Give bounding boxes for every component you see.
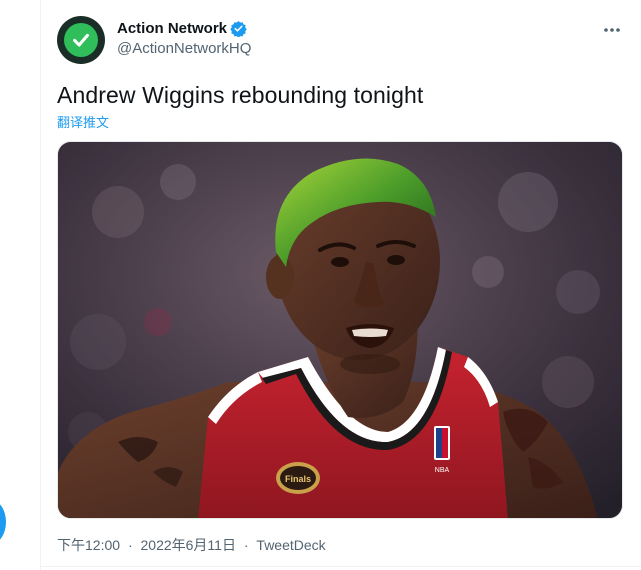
tweet-text: Andrew Wiggins rebounding tonight (57, 82, 424, 108)
compose-button-edge[interactable] (0, 500, 6, 544)
check-mark-icon (64, 23, 98, 57)
author-name-row[interactable]: Action Network (117, 20, 247, 37)
tweet-media-photo[interactable]: NBA Finals (57, 141, 623, 519)
tweet-date[interactable]: 2022年6月11日 (141, 535, 236, 555)
finals-patch: Finals (276, 462, 320, 494)
translate-tweet-link[interactable]: 翻译推文 (57, 112, 109, 131)
more-options-icon[interactable] (600, 18, 624, 42)
author-avatar[interactable] (57, 16, 105, 64)
column-divider (40, 0, 41, 570)
tweet-source[interactable]: TweetDeck (256, 537, 325, 553)
nba-logo: NBA (434, 426, 450, 474)
player-photo: NBA Finals (58, 142, 622, 518)
author-handle[interactable]: @ActionNetworkHQ (117, 40, 251, 57)
meta-separator: · (127, 537, 133, 553)
tweet-meta: 下午12:00 · 2022年6月11日 · TweetDeck (57, 535, 326, 555)
verified-badge-icon (230, 20, 247, 37)
tweet-page: Action Network @ActionNetworkHQ Andrew W… (0, 0, 641, 570)
tweet-bottom-divider (40, 566, 641, 567)
meta-separator-2: · (243, 537, 249, 553)
finals-patch-text: Finals (285, 474, 311, 484)
author-name[interactable]: Action Network (117, 20, 227, 37)
tweet-time[interactable]: 下午12:00 (57, 535, 120, 555)
nba-logo-text: NBA (435, 467, 450, 474)
